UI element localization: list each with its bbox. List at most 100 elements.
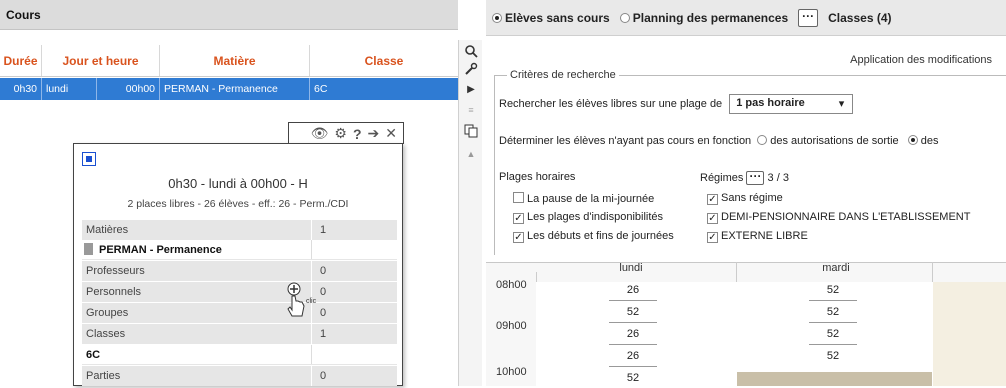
row-value: 0	[320, 265, 327, 277]
criteria-title: Critères de recherche	[507, 69, 619, 81]
color-swatch-icon	[84, 243, 93, 255]
list-item[interactable]: Groupes 0	[82, 303, 397, 323]
list-item[interactable]: Matières 1	[82, 220, 397, 240]
more-icon[interactable]: ···	[798, 8, 819, 27]
search-icon[interactable]	[463, 44, 479, 60]
cell-lundi-3[interactable]: 26	[538, 324, 728, 344]
search-prefix: Rechercher les élèves libres sur une pla…	[499, 97, 723, 110]
regimes-more-icon[interactable]: ···	[746, 170, 765, 185]
cell-mardi-3[interactable]: 52	[738, 324, 928, 344]
cell-lundi-4[interactable]: 26	[538, 346, 728, 366]
row-label: Professeurs	[82, 261, 312, 281]
gear-icon[interactable]: ⚙	[334, 125, 347, 142]
col-matiere[interactable]: Matière	[160, 45, 310, 76]
checkbox-sans-regime[interactable]: ✓ Sans régime	[707, 192, 783, 205]
checkbox-demi-pension[interactable]: ✓ DEMI-PENSIONNAIRE DANS L'ETABLISSEMENT	[707, 211, 970, 224]
regimes-count: 3 / 3	[767, 171, 789, 184]
checkbox-unchecked-icon	[513, 192, 524, 203]
row-label: Groupes	[82, 303, 312, 323]
cell-lundi-2[interactable]: 52	[538, 302, 728, 322]
list-item[interactable]: Professeurs 0	[82, 261, 397, 281]
grip-icon: ≡	[468, 105, 474, 115]
criteria-box: Critères de recherche Rechercher les élè…	[494, 69, 1006, 255]
checkbox-debuts-fins[interactable]: ✓ Les débuts et fins de journées	[513, 230, 674, 243]
cell-mardi-4[interactable]: 52	[738, 346, 928, 366]
row-jour: lundi	[42, 78, 97, 100]
search-range-row: Rechercher les élèves libres sur une pla…	[499, 94, 854, 114]
list-item[interactable]: 6C	[82, 345, 397, 365]
right-tabs: Elèves sans cours Planning des permanenc…	[486, 0, 1006, 36]
checkbox-label: EXTERNE LIBRE	[721, 230, 808, 242]
play-icon[interactable]: ▶	[463, 82, 479, 98]
tab-eleves-sans-cours[interactable]: Elèves sans cours	[492, 11, 610, 25]
cours-panel-title: Cours	[0, 0, 458, 30]
time-10h00: 10h00	[496, 366, 527, 378]
cell-mardi-2[interactable]: 52	[738, 302, 928, 322]
hand-cursor-icon: clic	[282, 282, 322, 318]
wrench-icon[interactable]	[463, 62, 479, 78]
table-row[interactable]: 0h30 lundi 00h00 PERMAN - Permanence 6C	[0, 78, 458, 100]
checkbox-checked-icon: ✓	[513, 213, 524, 224]
radio-on-icon	[492, 12, 502, 23]
determine-text: Déterminer les élèves n'ayant pas cours …	[499, 135, 752, 147]
col-classe[interactable]: Classe	[310, 45, 458, 76]
list-item[interactable]: Parties 0	[82, 366, 397, 386]
arrow-right-icon[interactable]: ➔	[368, 125, 380, 142]
row-label: 6C	[82, 345, 312, 364]
radio-off-icon[interactable]	[757, 135, 768, 145]
range-select[interactable]: 1 pas horaire	[729, 94, 854, 114]
col-duree[interactable]: Durée	[0, 45, 42, 76]
time-09h00: 09h00	[496, 320, 527, 332]
row-value	[312, 345, 397, 364]
cell-mardi-1[interactable]: 52	[738, 280, 928, 300]
checkbox-label: La pause de la mi-journée	[527, 193, 655, 205]
row-value: 0	[320, 370, 327, 382]
copy-icon[interactable]	[463, 124, 479, 140]
checkbox-pause[interactable]: La pause de la mi-journée	[513, 192, 654, 205]
classes-label[interactable]: Classes (4)	[828, 11, 891, 25]
day-lundi: lundi	[619, 262, 643, 274]
tab-label: Elèves sans cours	[505, 10, 610, 25]
checkbox-indispo[interactable]: ✓ Les plages d'indisponibilités	[513, 211, 663, 224]
scroll-up-icon[interactable]: ▲	[463, 146, 479, 162]
checkbox-externe-libre[interactable]: ✓ EXTERNE LIBRE	[707, 230, 808, 243]
determine-row: Déterminer les élèves n'ayant pas cours …	[499, 135, 938, 147]
list-item[interactable]: Personnels 0	[82, 282, 397, 302]
radio-off-icon	[619, 12, 630, 23]
col-jour-heure[interactable]: Jour et heure	[42, 45, 160, 76]
close-icon[interactable]: ✕	[385, 125, 397, 142]
checkbox-label: Les plages d'indisponibilités	[527, 211, 664, 223]
row-duree: 0h30	[0, 78, 42, 100]
checkbox-checked-icon: ✓	[707, 232, 718, 243]
radio-on-icon[interactable]	[907, 135, 918, 145]
popup-toolbar: 👁 ⚙ ? ➔ ✕	[288, 122, 404, 144]
list-item[interactable]: Classes 1	[82, 324, 397, 344]
checkbox-label: Les débuts et fins de journées	[527, 230, 674, 242]
row-classe: 6C	[314, 83, 328, 95]
determine-opt2[interactable]: des	[921, 135, 939, 147]
determine-opt1[interactable]: des autorisations de sortie	[770, 135, 898, 147]
checkbox-label: DEMI-PENSIONNAIRE DANS L'ETABLISSEMENT	[721, 211, 971, 223]
help-icon[interactable]: ?	[353, 126, 362, 142]
day-mardi: mardi	[822, 262, 850, 274]
row-value	[312, 240, 397, 259]
checkbox-checked-icon: ✓	[513, 232, 524, 243]
eleves-panel: Elèves sans cours Planning des permanenc…	[486, 0, 1006, 386]
row-heure: 00h00	[97, 78, 160, 100]
checkbox-label: Sans régime	[721, 192, 783, 204]
regimes-label: Régimes	[700, 171, 744, 184]
cell-lundi-5[interactable]: 52	[538, 368, 728, 388]
row-label: Parties	[82, 366, 312, 386]
checkbox-checked-icon: ✓	[707, 194, 718, 205]
eye-icon[interactable]: 👁	[311, 125, 329, 142]
row-value: 0	[320, 307, 327, 319]
cell-lundi-1[interactable]: 26	[538, 280, 728, 300]
regimes-row: Régimes ··· 3 / 3	[700, 170, 789, 185]
checkbox-checked-icon: ✓	[707, 213, 718, 224]
pin-icon[interactable]	[82, 152, 96, 166]
row-value: 1	[320, 328, 327, 340]
tab-planning-permanences[interactable]: Planning des permanences	[619, 10, 789, 25]
list-item[interactable]: PERMAN - Permanence	[82, 240, 397, 260]
apply-modifications-link[interactable]: Application des modifications	[850, 54, 992, 66]
tab-label: Planning des permanences	[632, 10, 789, 25]
